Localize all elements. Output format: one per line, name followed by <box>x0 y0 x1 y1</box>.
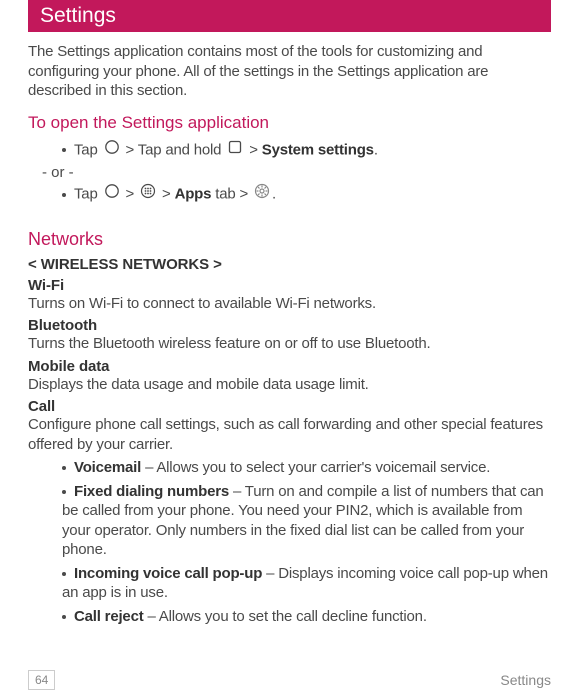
page-number: 64 <box>28 670 55 690</box>
step-1: Tap > Tap and hold > System settings. <box>28 139 551 163</box>
intro-text: The Settings application contains most o… <box>28 42 551 101</box>
home-circle-icon <box>104 183 120 207</box>
mobile-data-desc: Displays the data usage and mobile data … <box>28 375 551 395</box>
call-title: Call <box>28 398 551 415</box>
settings-gear-icon <box>254 183 270 207</box>
item-title: Voicemail <box>74 459 141 476</box>
list-item: Call reject – Allows you to set the call… <box>28 607 551 627</box>
page-title: Settings <box>40 4 116 27</box>
page-title-bar: Settings <box>28 0 551 32</box>
step-2-end: . <box>272 186 276 203</box>
bullet-icon <box>62 490 66 494</box>
item-title: Incoming voice call pop-up <box>74 565 262 582</box>
step-2: Tap > > Apps tab > . <box>28 183 551 207</box>
open-settings-heading: To open the Settings application <box>28 113 551 133</box>
step-1-bold: System settings <box>262 141 374 158</box>
or-separator: - or - <box>28 164 551 181</box>
list-item: Voicemail – Allows you to select your ca… <box>28 458 551 478</box>
wireless-networks-heading: < WIRELESS NETWORKS > <box>28 256 551 273</box>
step-1-mid1: > Tap and hold <box>122 141 226 158</box>
list-item: Incoming voice call pop-up – Displays in… <box>28 564 551 603</box>
step-2-gt2: > <box>158 186 175 203</box>
bullet-icon <box>62 193 66 197</box>
step-2-gt1: > <box>122 186 139 203</box>
bluetooth-desc: Turns the Bluetooth wireless feature on … <box>28 334 551 354</box>
list-item: Fixed dialing numbers – Turn on and comp… <box>28 482 551 560</box>
apps-grid-icon <box>140 183 156 207</box>
page-footer: 64 Settings <box>28 670 551 690</box>
bullet-icon <box>62 572 66 576</box>
step-2-pre: Tap <box>74 186 102 203</box>
step-2-bold: Apps <box>175 186 212 203</box>
step-1-pre: Tap <box>74 141 102 158</box>
step-1-mid2: > <box>245 141 262 158</box>
item-title: Call reject <box>74 608 144 625</box>
mobile-data-title: Mobile data <box>28 358 551 375</box>
bluetooth-title: Bluetooth <box>28 317 551 334</box>
step-2-tab: tab > <box>211 186 252 203</box>
item-title: Fixed dialing numbers <box>74 483 229 500</box>
call-desc: Configure phone call settings, such as c… <box>28 415 551 454</box>
item-desc: – Allows you to set the call decline fun… <box>144 608 427 625</box>
step-1-end: . <box>374 141 378 158</box>
wifi-desc: Turns on Wi-Fi to connect to available W… <box>28 294 551 314</box>
home-circle-icon <box>104 139 120 163</box>
bullet-icon <box>62 148 66 152</box>
bullet-icon <box>62 615 66 619</box>
recent-square-icon <box>227 139 243 163</box>
bullet-icon <box>62 466 66 470</box>
footer-label: Settings <box>500 672 551 688</box>
networks-heading: Networks <box>28 229 551 250</box>
wifi-title: Wi-Fi <box>28 277 551 294</box>
item-desc: – Allows you to select your carrier's vo… <box>141 459 490 476</box>
